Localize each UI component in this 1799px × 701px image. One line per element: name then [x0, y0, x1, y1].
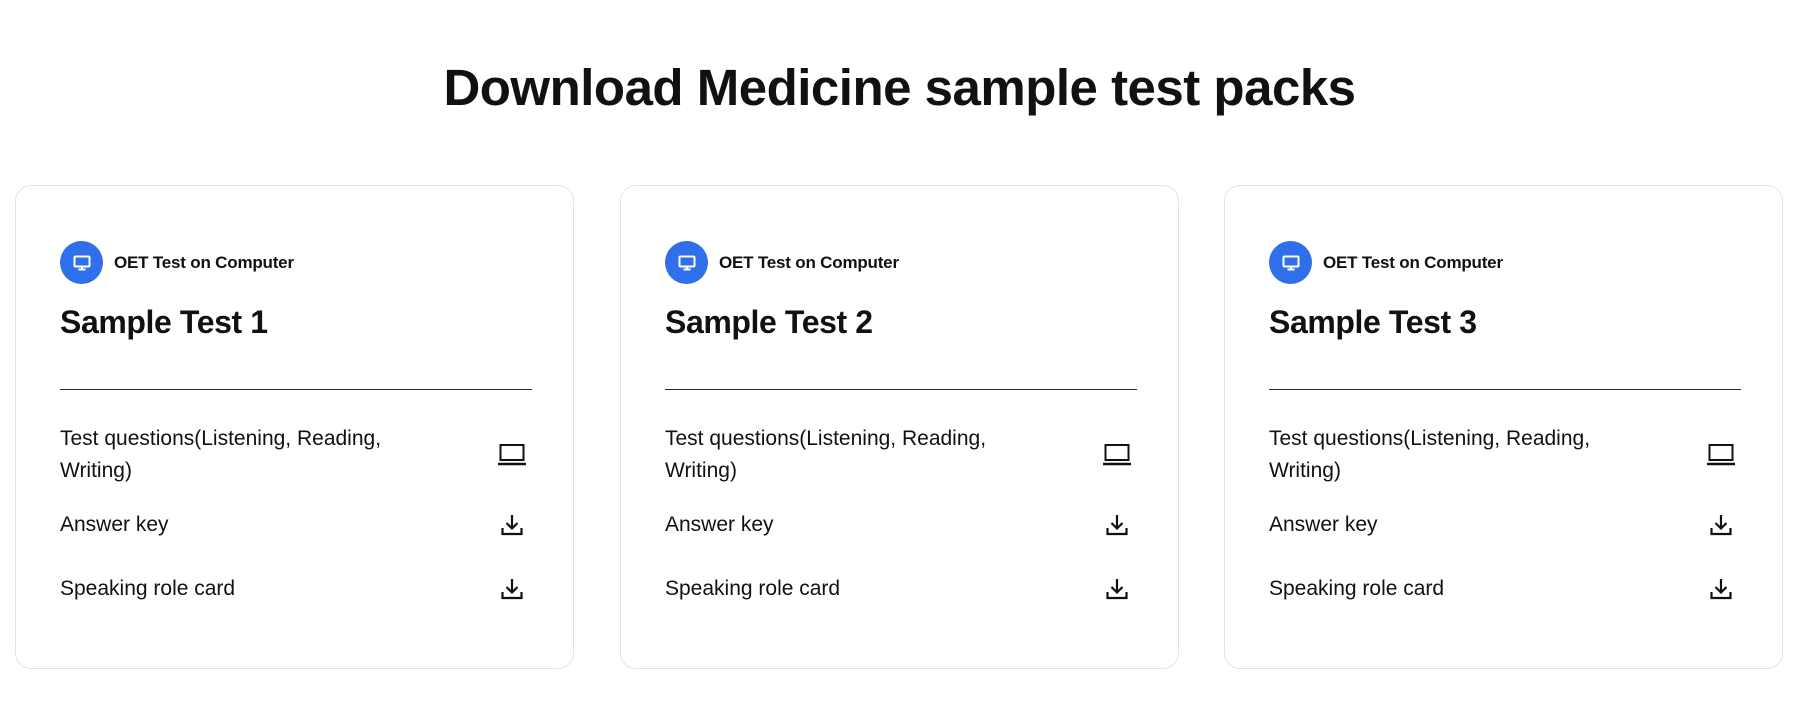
page-title: Download Medicine sample test packs [443, 59, 1356, 116]
sample-test-card: OET Test on Computer Sample Test 2 Test … [620, 185, 1179, 669]
card-divider [665, 389, 1137, 390]
card-badge: OET Test on Computer [60, 241, 294, 284]
card-divider [1269, 389, 1741, 390]
download-icon[interactable] [1097, 505, 1137, 545]
monitor-icon [665, 241, 708, 284]
test-questions-link[interactable]: Test questions(Listening, Reading, Writi… [665, 421, 1137, 489]
test-questions-label: Test questions(Listening, Reading, Writi… [665, 427, 987, 482]
speaking-role-card-link[interactable]: Speaking role card [665, 568, 1137, 610]
card-title: Sample Test 3 [1269, 304, 1477, 340]
answer-key-label: Answer key [60, 513, 169, 536]
download-icon[interactable] [1701, 569, 1741, 609]
monitor-icon [60, 241, 103, 284]
answer-key-link[interactable]: Answer key [1269, 504, 1741, 546]
card-badge-label: OET Test on Computer [114, 252, 294, 272]
download-icon[interactable] [1097, 569, 1137, 609]
speaking-role-card-label: Speaking role card [60, 577, 236, 600]
test-questions-label: Test questions(Listening, Reading, Writi… [1269, 427, 1591, 482]
card-title: Sample Test 2 [665, 304, 873, 340]
laptop-icon[interactable] [492, 435, 532, 475]
card-title: Sample Test 1 [60, 304, 268, 340]
speaking-role-card-link[interactable]: Speaking role card [60, 568, 532, 610]
laptop-icon[interactable] [1097, 435, 1137, 475]
sample-test-cards: OET Test on Computer Sample Test 1 Test … [15, 185, 1785, 669]
sample-test-card: OET Test on Computer Sample Test 3 Test … [1224, 185, 1783, 669]
answer-key-link[interactable]: Answer key [60, 504, 532, 546]
test-questions-link[interactable]: Test questions(Listening, Reading, Writi… [1269, 421, 1741, 489]
card-badge-label: OET Test on Computer [719, 252, 899, 272]
card-badge: OET Test on Computer [665, 241, 899, 284]
laptop-icon[interactable] [1701, 435, 1741, 475]
download-icon[interactable] [1701, 505, 1741, 545]
download-icon[interactable] [492, 569, 532, 609]
sample-test-card: OET Test on Computer Sample Test 1 Test … [15, 185, 574, 669]
speaking-role-card-label: Speaking role card [665, 577, 841, 600]
speaking-role-card-label: Speaking role card [1269, 577, 1445, 600]
test-questions-link[interactable]: Test questions(Listening, Reading, Writi… [60, 421, 532, 489]
answer-key-link[interactable]: Answer key [665, 504, 1137, 546]
card-badge-label: OET Test on Computer [1323, 252, 1503, 272]
page: Download Medicine sample test packs OET … [0, 0, 1799, 701]
download-icon[interactable] [492, 505, 532, 545]
card-badge: OET Test on Computer [1269, 241, 1503, 284]
card-divider [60, 389, 532, 390]
speaking-role-card-link[interactable]: Speaking role card [1269, 568, 1741, 610]
monitor-icon [1269, 241, 1312, 284]
test-questions-label: Test questions(Listening, Reading, Writi… [60, 427, 382, 482]
answer-key-label: Answer key [1269, 513, 1378, 536]
answer-key-label: Answer key [665, 513, 774, 536]
